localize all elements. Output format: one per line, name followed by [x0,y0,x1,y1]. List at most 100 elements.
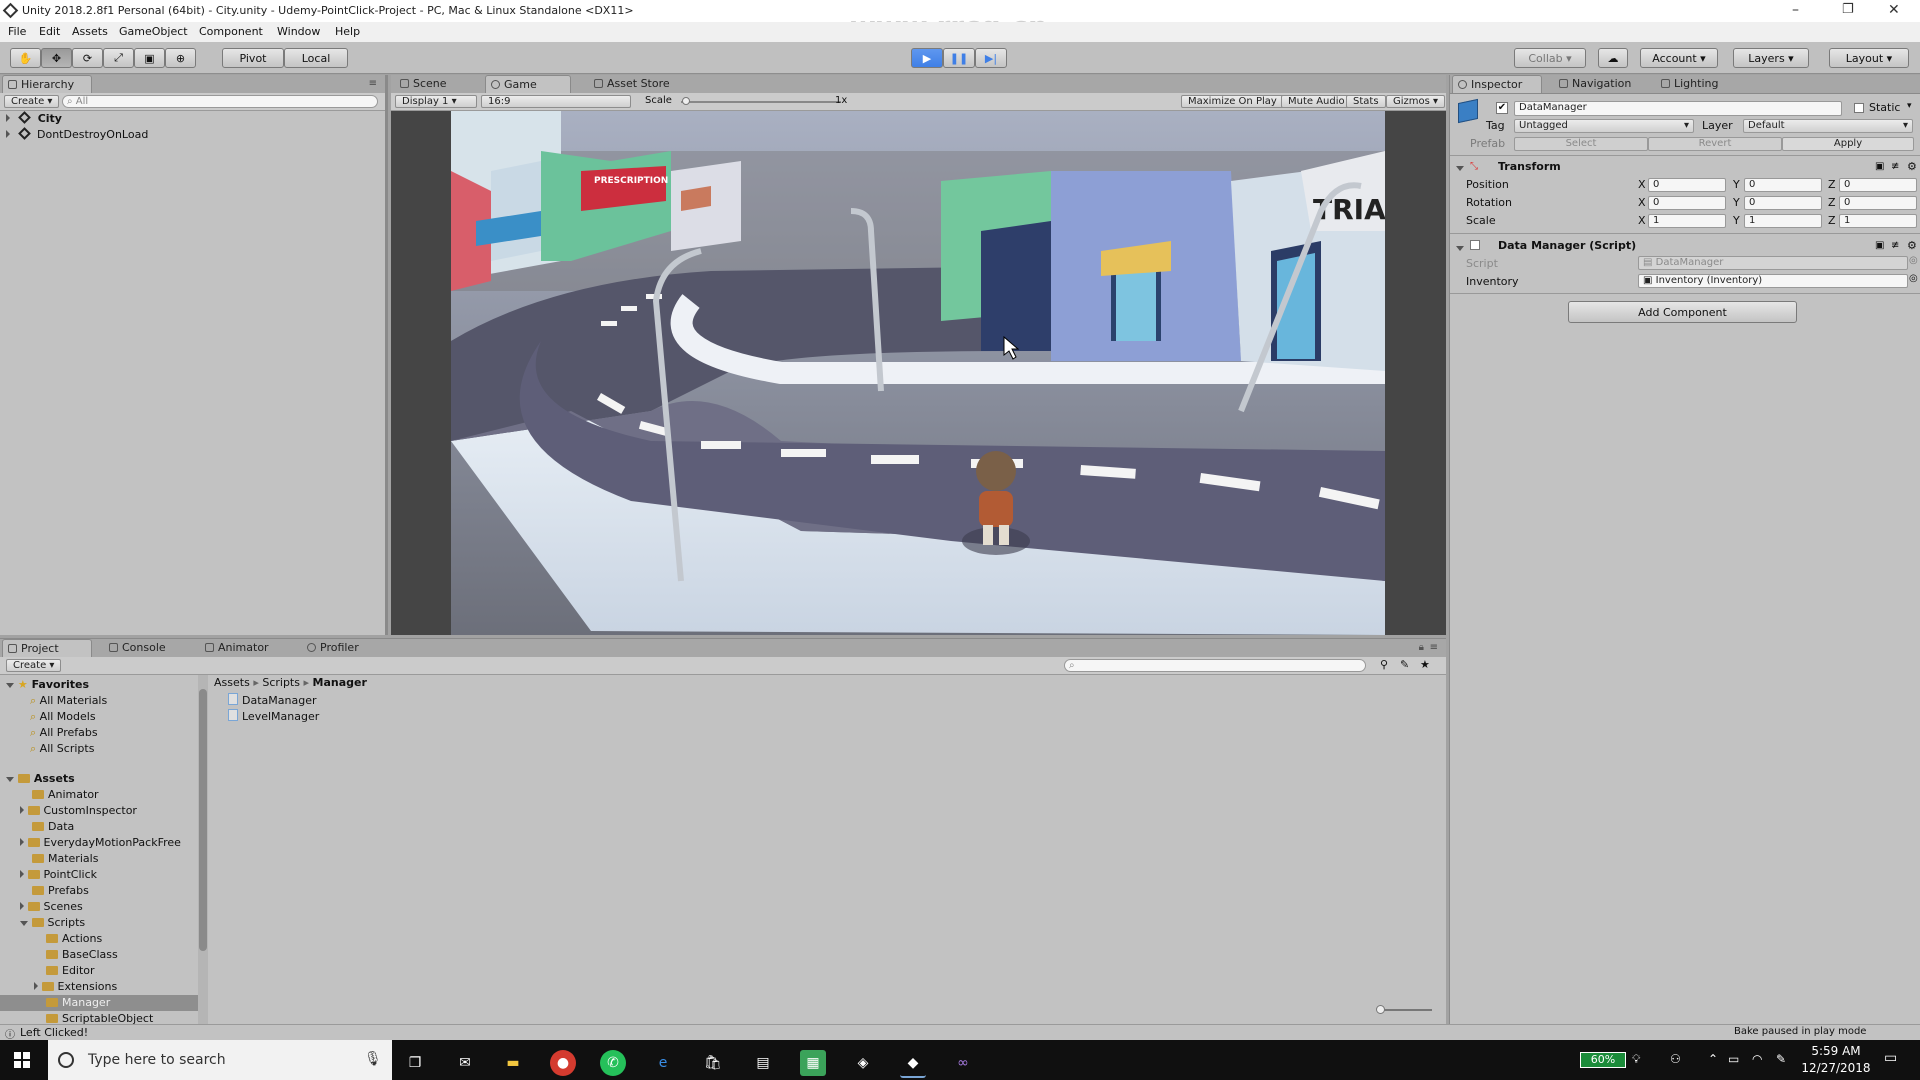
panel-menu-icon[interactable]: ≡ [369,78,377,89]
scale-y-field[interactable]: 1 [1744,214,1822,228]
tab-hierarchy[interactable]: Hierarchy [2,75,92,93]
expand-arrow-icon[interactable] [6,777,14,782]
wifi-icon[interactable]: ◠ [1752,1052,1762,1066]
move-tool-icon[interactable]: ✥ [41,48,72,68]
icon-size-slider[interactable] [1378,1009,1432,1011]
expand-arrow-icon[interactable] [6,683,14,688]
tab-project[interactable]: Project [2,639,92,657]
expand-arrow-icon[interactable] [34,982,38,990]
rotation-y-field[interactable]: 0 [1744,196,1822,210]
minimize-button[interactable]: – [1792,2,1799,18]
foldout-arrow-icon[interactable] [1456,161,1464,174]
folder-item[interactable]: Scripts [0,915,200,931]
tree-scrollbar[interactable] [198,675,208,1025]
breadcrumb-item[interactable]: Scripts [262,676,300,689]
menu-help[interactable]: Help [335,25,360,38]
cloud-button[interactable]: ☁ [1598,48,1628,68]
menu-component[interactable]: Component [199,25,263,38]
tree-scrollbar-thumb[interactable] [199,689,207,951]
prefab-apply-button[interactable]: Apply [1782,137,1914,151]
folder-item[interactable]: Scenes [0,899,200,915]
object-picker-icon[interactable]: ◎ [1909,273,1918,284]
gizmos-dropdown[interactable]: Gizmos ▾ [1386,95,1446,108]
subfolder-item[interactable]: BaseClass [0,947,200,963]
expand-arrow-icon[interactable] [20,921,28,926]
pause-button[interactable]: ❚❚ [943,48,975,68]
menu-edit[interactable]: Edit [39,25,60,38]
favorite-item[interactable]: ⌕ All Scripts [0,741,200,757]
aspect-dropdown[interactable]: 16:9 [481,95,631,108]
clock-time[interactable]: 5:59 AM [1806,1044,1866,1058]
scale-z-field[interactable]: 1 [1839,214,1917,228]
static-checkbox[interactable] [1854,103,1864,113]
folder-item[interactable]: PointClick [0,867,200,883]
unity-editor-icon[interactable]: ◆ [900,1050,926,1078]
transform-tool-icon[interactable]: ⊕ [165,48,196,68]
foldout-arrow-icon[interactable] [1456,241,1464,254]
battery-icon[interactable]: ▭ [1728,1052,1739,1066]
notes-icon[interactable]: ▤ [750,1050,776,1076]
subfolder-item-selected[interactable]: Manager [0,995,200,1011]
chrome-icon[interactable]: ● [550,1050,576,1076]
file-item[interactable]: DataManager [228,693,316,709]
maximize-on-play-toggle[interactable]: Maximize On Play [1181,95,1284,108]
rotation-x-field[interactable]: 0 [1648,196,1726,210]
mute-audio-toggle[interactable]: Mute Audio [1281,95,1352,108]
subfolder-item[interactable]: Extensions [0,979,200,995]
layout-dropdown[interactable]: Layout ▾ [1829,48,1909,68]
scale-x-field[interactable]: 1 [1648,214,1726,228]
microphone-icon[interactable]: 🎙︎ [364,1051,382,1067]
show-hidden-icons[interactable]: ⌃ [1708,1052,1718,1066]
rect-tool-icon[interactable]: ▣ [134,48,165,68]
preset-icon[interactable]: ≢ [1891,161,1899,172]
expand-arrow-icon[interactable] [20,838,24,846]
folder-item[interactable]: EverydayMotionPackFree [0,835,200,851]
game-viewport[interactable]: PRESCRIPTION DRUGS TRIA [451,111,1385,635]
task-view-icon[interactable]: ❐ [402,1050,428,1076]
script-enabled-checkbox[interactable] [1470,240,1480,250]
hierarchy-item-city[interactable]: City [0,111,385,127]
tab-game[interactable]: Game [485,75,571,93]
menu-gameobject[interactable]: GameObject [119,25,188,38]
breadcrumb-item-current[interactable]: Manager [313,676,367,689]
favorite-item[interactable]: ⌕ All Materials [0,693,200,709]
tab-animator[interactable]: Animator [200,639,286,657]
position-z-field[interactable]: 0 [1839,178,1917,192]
scale-slider-thumb[interactable] [682,97,690,105]
display-dropdown[interactable]: Display 1 ▾ [395,95,477,108]
file-explorer-icon[interactable]: ▬ [500,1050,526,1076]
menu-assets[interactable]: Assets [72,25,108,38]
favorite-item[interactable]: ⌕ All Prefabs [0,725,200,741]
scale-slider[interactable] [681,101,841,103]
visual-studio-icon[interactable]: ∞ [950,1050,976,1076]
help-icon[interactable]: ▣ [1875,240,1884,251]
prefab-revert-button[interactable]: Revert [1648,137,1782,151]
file-item[interactable]: LevelManager [228,709,319,725]
breadcrumb-item[interactable]: Assets [214,676,250,689]
layer-dropdown[interactable]: Default ▾ [1743,119,1913,133]
lock-icon[interactable]: 🔒︎ [1419,642,1424,653]
expand-arrow-icon[interactable] [20,902,24,910]
rotate-tool-icon[interactable]: ⟳ [72,48,103,68]
taskbar-search-input[interactable]: Type here to search 🎙︎ [48,1040,392,1080]
account-button[interactable]: Account ▾ [1640,48,1718,68]
filter-by-type-icon[interactable]: ⚲ [1380,658,1388,671]
hierarchy-search-input[interactable]: ⌕ All [62,95,378,108]
folder-item[interactable]: Prefabs [0,883,200,899]
add-component-button[interactable]: Add Component [1568,301,1797,323]
status-message[interactable]: Left Clicked! [20,1026,88,1039]
favorites-header[interactable]: ★ Favorites [0,677,200,693]
hand-tool-icon[interactable]: ✋ [10,48,41,68]
whatsapp-icon[interactable]: ✆ [600,1050,626,1076]
unity-hub-icon[interactable]: ◈ [850,1050,876,1076]
local-button[interactable]: Local [284,48,348,68]
preset-icon[interactable]: ≢ [1891,240,1899,251]
edge-icon[interactable]: e [650,1050,676,1076]
battery-indicator[interactable]: 60% [1580,1052,1626,1068]
pivot-button[interactable]: Pivot [222,48,284,68]
action-center-icon[interactable]: ▭ [1884,1050,1897,1066]
layers-dropdown[interactable]: Layers ▾ [1733,48,1809,68]
scale-tool-icon[interactable]: ⤢ [103,48,134,68]
filter-by-label-icon[interactable]: ✎ [1400,658,1409,671]
play-button[interactable]: ▶ [911,48,943,68]
